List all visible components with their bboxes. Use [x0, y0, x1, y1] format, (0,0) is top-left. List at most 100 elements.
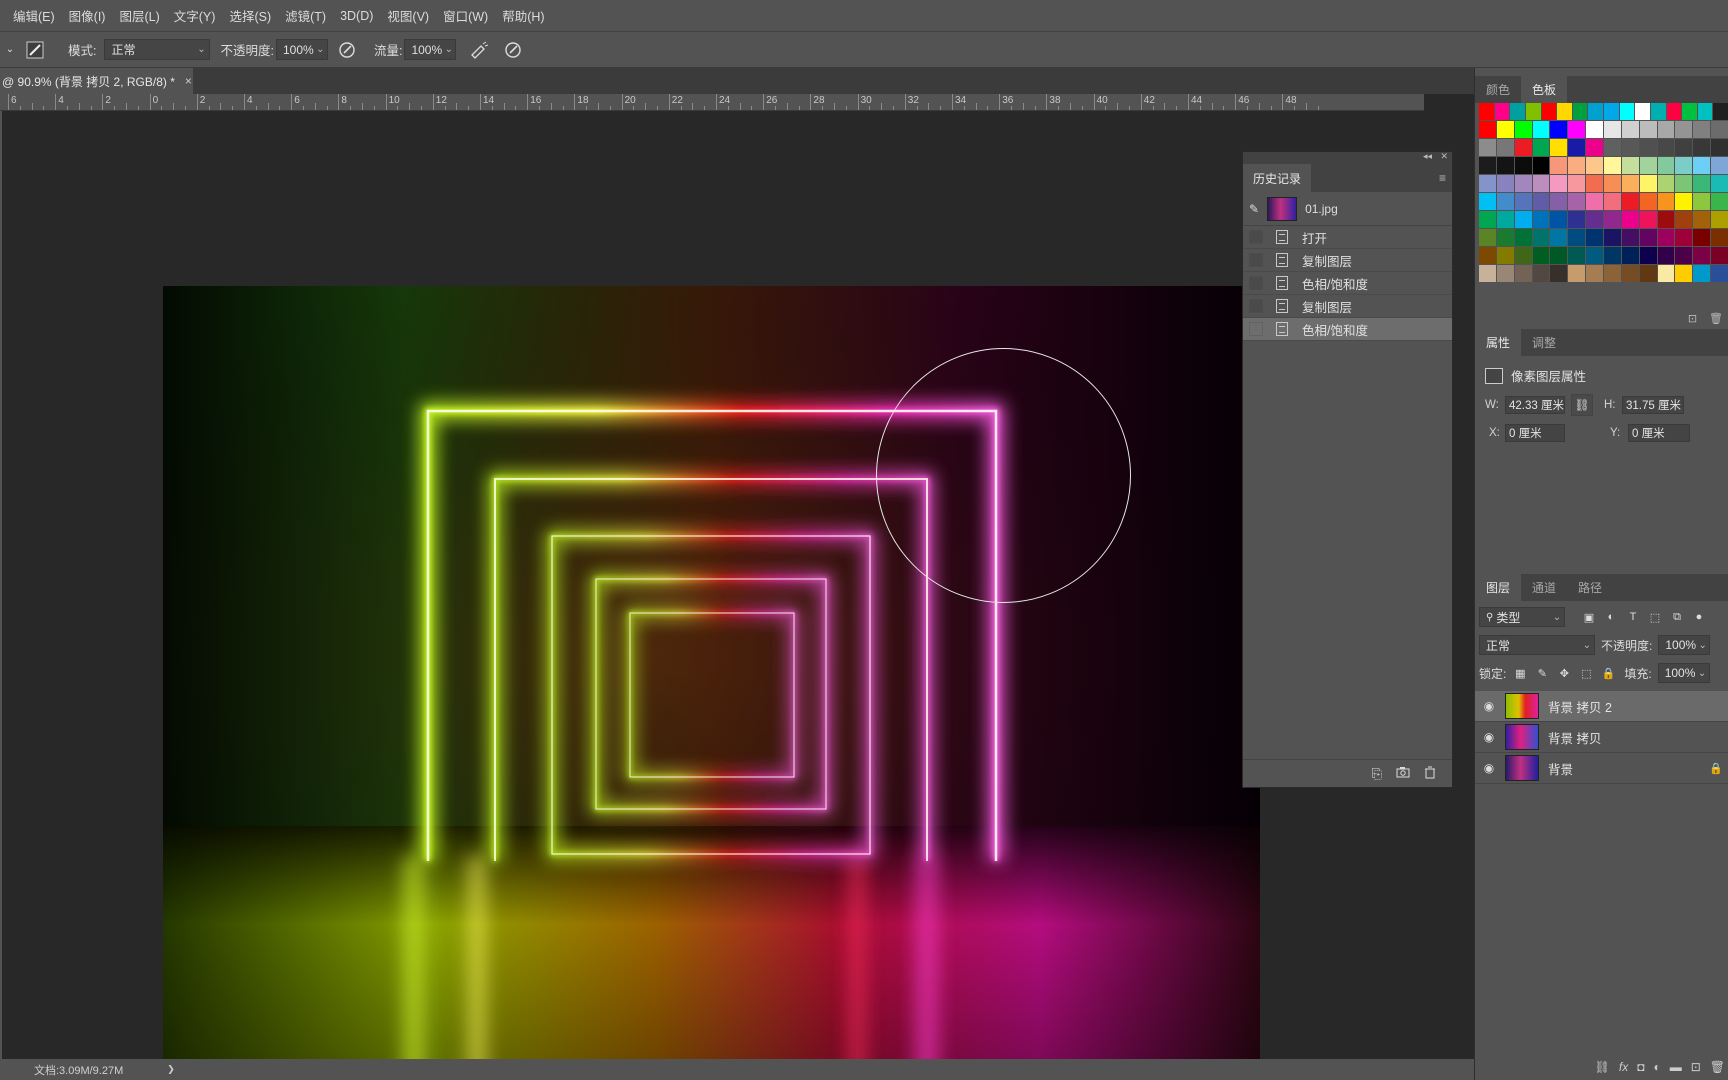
color-swatch[interactable]	[1650, 103, 1666, 120]
menu-help[interactable]: 帮助(H)	[495, 6, 551, 25]
menu-view[interactable]: 视图(V)	[380, 6, 436, 25]
color-swatch[interactable]	[1586, 229, 1604, 246]
tool-preset-chevron-icon[interactable]: ⌄	[4, 39, 16, 61]
color-swatch[interactable]	[1568, 211, 1586, 228]
color-swatch[interactable]	[1657, 211, 1675, 228]
history-item[interactable]: 复制图层	[1243, 249, 1452, 272]
height-field[interactable]: 31.75 厘米	[1622, 396, 1684, 414]
camera-icon[interactable]	[1396, 766, 1410, 781]
color-swatch[interactable]	[1639, 211, 1657, 228]
add-mask-icon[interactable]: ◘	[1637, 1060, 1644, 1074]
color-swatch[interactable]	[1532, 211, 1550, 228]
color-swatch[interactable]	[1621, 193, 1639, 210]
color-swatch[interactable]	[1479, 157, 1496, 174]
menu-select[interactable]: 选择(S)	[222, 6, 278, 25]
color-swatch[interactable]	[1604, 229, 1621, 246]
color-swatch[interactable]	[1479, 247, 1496, 264]
color-swatch[interactable]	[1532, 193, 1550, 210]
color-swatch[interactable]	[1693, 229, 1711, 246]
color-swatch[interactable]	[1541, 103, 1557, 120]
color-swatch[interactable]	[1639, 121, 1657, 138]
color-swatch[interactable]	[1479, 229, 1496, 246]
color-swatch[interactable]	[1550, 229, 1568, 246]
color-swatch[interactable]	[1532, 157, 1550, 174]
color-swatch[interactable]	[1639, 247, 1657, 264]
color-swatch[interactable]	[1604, 211, 1621, 228]
color-swatch[interactable]	[1586, 193, 1604, 210]
color-swatch[interactable]	[1604, 193, 1621, 210]
filter-type-icon[interactable]: T	[1625, 609, 1641, 625]
eye-icon[interactable]: ◉	[1475, 761, 1503, 775]
menu-filter[interactable]: 滤镜(T)	[278, 6, 333, 25]
lock-all-icon[interactable]: 🔒	[1600, 665, 1616, 681]
color-swatch[interactable]	[1604, 175, 1621, 192]
menu-type[interactable]: 文字(Y)	[167, 6, 223, 25]
color-swatch[interactable]	[1514, 211, 1532, 228]
color-swatch[interactable]	[1586, 211, 1604, 228]
color-swatch[interactable]	[1657, 139, 1675, 156]
history-item[interactable]: 打开	[1243, 226, 1452, 249]
color-swatch[interactable]	[1479, 211, 1496, 228]
color-swatch[interactable]	[1621, 265, 1639, 282]
tab-paths[interactable]: 路径	[1567, 574, 1613, 601]
color-swatch[interactable]	[1557, 103, 1572, 120]
color-swatch[interactable]	[1568, 157, 1586, 174]
color-swatch[interactable]	[1604, 157, 1621, 174]
menu-edit[interactable]: 编辑(E)	[6, 6, 62, 25]
tab-history[interactable]: 历史记录	[1243, 164, 1312, 192]
color-swatch[interactable]	[1693, 193, 1711, 210]
menu-3d[interactable]: 3D(D)	[333, 9, 380, 23]
color-swatch[interactable]	[1550, 157, 1568, 174]
new-swatch-icon[interactable]: ⊡	[1688, 312, 1697, 325]
history-item[interactable]: 复制图层	[1243, 295, 1452, 318]
color-swatch[interactable]	[1568, 139, 1586, 156]
trash-icon[interactable]: 🗑	[1709, 312, 1723, 325]
tab-swatches[interactable]: 色板	[1521, 76, 1568, 103]
trash-icon[interactable]: 🗑	[1710, 1060, 1725, 1074]
color-swatch[interactable]	[1514, 229, 1532, 246]
filter-smart-object-icon[interactable]: ⧉	[1669, 609, 1685, 625]
color-swatch[interactable]	[1711, 139, 1728, 156]
color-swatch[interactable]	[1675, 211, 1693, 228]
history-snapshot[interactable]: ✎ 01.jpg	[1243, 192, 1452, 226]
color-swatch[interactable]	[1496, 157, 1514, 174]
color-swatch[interactable]	[1619, 103, 1635, 120]
color-swatch[interactable]	[1532, 229, 1550, 246]
color-swatch[interactable]	[1621, 121, 1639, 138]
color-swatch[interactable]	[1568, 265, 1586, 282]
filter-shape-icon[interactable]: ⬚	[1647, 609, 1663, 625]
color-swatch[interactable]	[1572, 103, 1588, 120]
history-brush-source-icon[interactable]: ✎	[1249, 202, 1259, 216]
status-menu-arrow-icon[interactable]: ❯	[167, 1064, 175, 1075]
group-folder-icon[interactable]: ▬	[1670, 1060, 1682, 1074]
menu-image[interactable]: 图像(I)	[62, 6, 113, 25]
color-swatch[interactable]	[1550, 175, 1568, 192]
blend-mode-dropdown[interactable]: 正常 ⌄	[1479, 635, 1595, 655]
color-swatch[interactable]	[1621, 247, 1639, 264]
color-swatch[interactable]	[1494, 103, 1510, 120]
color-swatch[interactable]	[1514, 157, 1532, 174]
color-swatch[interactable]	[1479, 175, 1496, 192]
color-swatch[interactable]	[1525, 103, 1541, 120]
width-field[interactable]: 42.33 厘米	[1505, 396, 1565, 414]
fx-icon[interactable]: fx	[1619, 1060, 1628, 1074]
color-swatch[interactable]	[1479, 265, 1496, 282]
color-swatch[interactable]	[1496, 193, 1514, 210]
color-swatch[interactable]	[1621, 139, 1639, 156]
color-swatch[interactable]	[1639, 229, 1657, 246]
color-swatch[interactable]	[1675, 247, 1693, 264]
color-swatch[interactable]	[1496, 229, 1514, 246]
color-swatch[interactable]	[1532, 265, 1550, 282]
color-swatch[interactable]	[1682, 103, 1697, 120]
history-item-active[interactable]: 色相/饱和度	[1243, 318, 1452, 341]
document-tab[interactable]: @ 90.9% (背景 拷贝 2, RGB/8) * ×	[0, 68, 193, 94]
tab-color[interactable]: 颜色	[1475, 76, 1521, 103]
color-swatch[interactable]	[1711, 247, 1728, 264]
color-swatch[interactable]	[1693, 175, 1711, 192]
color-swatch[interactable]	[1479, 121, 1496, 138]
color-swatch[interactable]	[1568, 175, 1586, 192]
color-swatch[interactable]	[1711, 229, 1728, 246]
color-swatch[interactable]	[1693, 247, 1711, 264]
color-swatch[interactable]	[1639, 157, 1657, 174]
color-swatch[interactable]	[1639, 193, 1657, 210]
